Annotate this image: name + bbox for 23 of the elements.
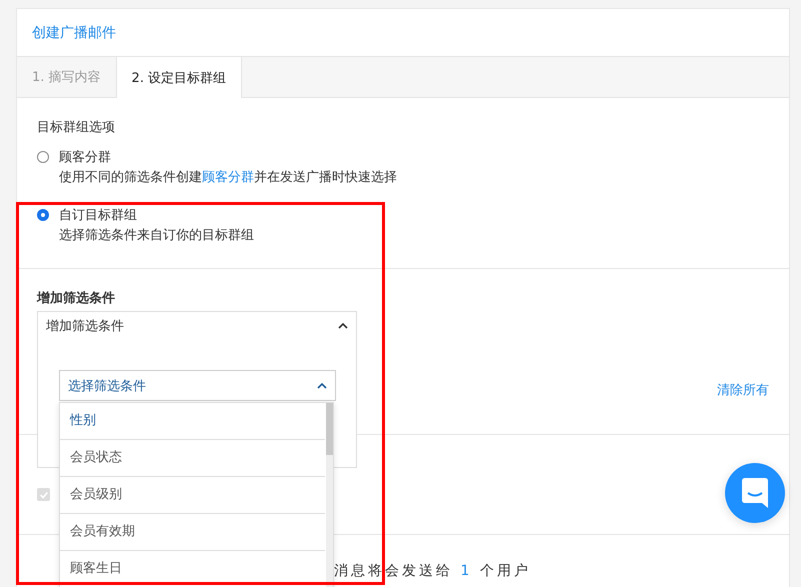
chat-icon: [742, 478, 768, 508]
option-label: 顾客分群: [59, 149, 112, 167]
page-title: 创建广播邮件: [32, 24, 116, 42]
dropdown-item[interactable]: 会员状态: [60, 440, 325, 477]
recipients-summary: 消息将会发送给 1 个用户: [334, 562, 532, 580]
section-label: 目标群组选项: [37, 119, 116, 136]
chevron-icon: [338, 323, 348, 329]
radio-button[interactable]: [37, 151, 49, 163]
radio-button[interactable]: [37, 209, 49, 221]
dropdown-item[interactable]: 顾客生日: [60, 551, 325, 587]
dropdown-item[interactable]: 会员级别: [60, 477, 325, 514]
dropdown-item[interactable]: 性别: [60, 403, 325, 440]
dropdown-item[interactable]: 会员有效期: [60, 514, 325, 551]
tab[interactable]: 2. 设定目标群组: [116, 57, 242, 98]
clear-all-link[interactable]: 清除所有: [717, 381, 769, 399]
segment-link[interactable]: 顾客分群: [202, 170, 254, 185]
option-description: 使用不同的筛选条件创建顾客分群并在发送广播时快速选择: [59, 169, 397, 187]
section-label: 增加筛选条件: [37, 290, 116, 307]
option-label: 自订目标群组: [59, 207, 138, 225]
condition-select[interactable]: 选择筛选条件: [59, 370, 336, 401]
scrollbar[interactable]: [326, 403, 333, 587]
chevron-icon: [317, 382, 327, 388]
option-description: 选择筛选条件来自订你的目标群组: [59, 227, 254, 245]
